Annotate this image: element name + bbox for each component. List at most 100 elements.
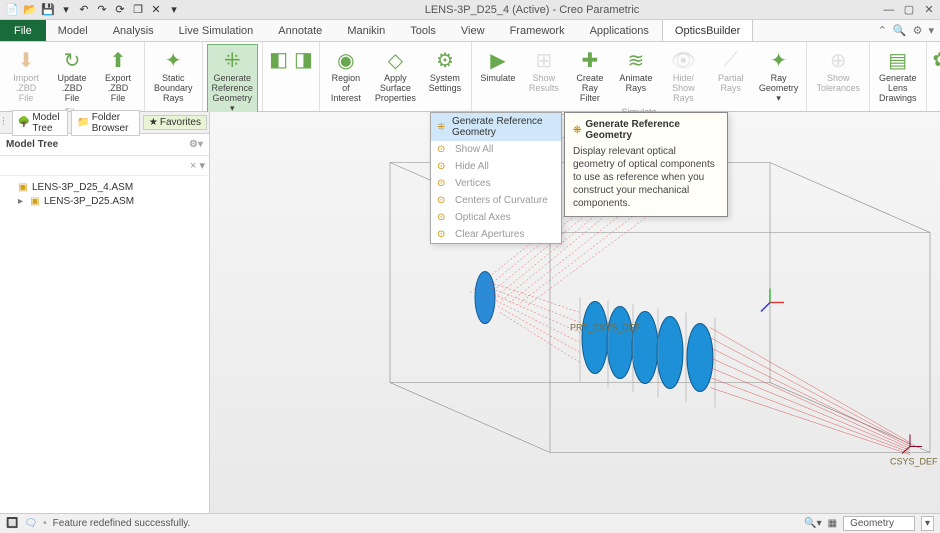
save-icon[interactable]: 💾 <box>40 2 56 18</box>
panel-tab-favorites[interactable]: ★Favorites <box>143 115 207 130</box>
undo-icon[interactable]: ↶ <box>76 2 92 18</box>
status-icon-2[interactable]: 🗨 <box>24 518 37 529</box>
export-zbd-label: Export .ZBD File <box>101 73 135 103</box>
tree-row[interactable]: ▸▣LENS-3P_D25.ASM <box>6 194 203 208</box>
menu-item[interactable]: ⊙ Centers of Curvature <box>431 192 561 209</box>
help1-button[interactable]: ✿ <box>931 44 940 99</box>
search-icon[interactable]: 🔍 <box>893 24 907 37</box>
minimize-icon[interactable]: — <box>882 3 896 17</box>
left-panel: ⫶ 🌳Model Tree 📁Folder Browser ★Favorites… <box>0 112 210 513</box>
close-window-icon[interactable]: ✕ <box>922 3 936 17</box>
selection-filter-icon[interactable]: ▦ <box>828 518 837 529</box>
menu-item[interactable]: ⊙Clear Apertures <box>431 226 561 243</box>
create-ray-filter-button[interactable]: ✚Create Ray Filter <box>568 44 612 106</box>
menu-item-label: Generate Reference Geometry <box>452 116 555 138</box>
ray-geometry-button[interactable]: ✦Ray Geometry ▾ <box>755 44 803 106</box>
tooltip: ⁜Generate Reference Geometry Display rel… <box>564 112 728 217</box>
panel-tab-folder-browser[interactable]: 📁Folder Browser <box>71 110 140 136</box>
close-icon[interactable]: ✕ <box>148 2 164 18</box>
panel-tab-strip-icon[interactable]: ⫶ <box>2 116 9 129</box>
window-controls: — ▢ ✕ <box>882 3 936 17</box>
quick-access-toolbar: 📄 📂 💾 ▾ ↶ ↷ ⟳ ❐ ✕ ▾ <box>4 2 182 18</box>
small2-button[interactable]: ◨ <box>292 44 315 109</box>
tab-manikin[interactable]: Manikin <box>335 20 398 41</box>
star-icon: ★ <box>149 117 158 128</box>
selection-filter-combo[interactable]: Geometry <box>843 516 915 531</box>
hide-show-rays-button: 👁Hide/ Show Rays <box>660 44 707 106</box>
menu-item-icon: ⁜ <box>437 122 446 133</box>
new-icon[interactable]: 📄 <box>4 2 20 18</box>
redo-icon[interactable]: ↷ <box>94 2 110 18</box>
ribbon-group-label <box>874 109 922 111</box>
tab-framework[interactable]: Framework <box>498 20 578 41</box>
menu-item-icon: ⊙ <box>437 178 449 189</box>
show-tolerances-button: ⊕Show Tolerances <box>811 44 865 109</box>
surf-props-icon: ◇ <box>388 47 403 73</box>
static-boundary-rays-button[interactable]: ✦Static Boundary Rays <box>149 44 198 109</box>
tab-opticsbuilder[interactable]: OpticsBuilder <box>662 20 753 41</box>
tab-annotate[interactable]: Annotate <box>266 20 335 41</box>
menu-item-icon: ⊙ <box>437 195 449 206</box>
open-icon[interactable]: 📂 <box>22 2 38 18</box>
gen-lens-drawings-button[interactable]: ▤Generate Lens Drawings <box>874 44 922 109</box>
partial-rays-label: Partial Rays <box>718 73 744 93</box>
status-icon-1[interactable]: 🔲 <box>6 518 18 529</box>
tab-view[interactable]: View <box>449 20 498 41</box>
tree-settings-icon[interactable]: ⚙▾ <box>189 139 203 150</box>
tab-model[interactable]: Model <box>46 20 101 41</box>
simulate-button[interactable]: ▶Simulate <box>476 44 520 106</box>
menu-item-icon: ⊙ <box>437 229 449 240</box>
menu-item-label: Optical Axes <box>455 212 511 223</box>
gen-lens-drawings-label: Generate Lens Drawings <box>879 73 917 103</box>
tree-search-input[interactable] <box>4 160 190 171</box>
ribbon-collapse-icon[interactable]: ⌃ <box>878 24 887 37</box>
tab-live-simulation[interactable]: Live Simulation <box>167 20 267 41</box>
combo-arrow-icon[interactable]: ▾ <box>921 516 934 531</box>
model-tree-header: Model Tree <box>6 139 58 150</box>
menu-item[interactable]: ⊙Hide All <box>431 158 561 175</box>
find-icon[interactable]: 🔍▾ <box>804 518 821 529</box>
more-icon[interactable]: ▾ <box>166 2 182 18</box>
small2-icon: ◨ <box>294 46 313 72</box>
tree-icon: 🌳 <box>18 117 30 128</box>
assembly-icon: ▣ <box>29 195 41 207</box>
options-icon[interactable]: ⚙ <box>913 24 923 37</box>
content-area: ⫶ 🌳Model Tree 📁Folder Browser ★Favorites… <box>0 112 940 513</box>
menu-item-label: Vertices <box>455 178 491 189</box>
dropdown-icon[interactable]: ▾ <box>58 2 74 18</box>
ray-geometry-label: Ray Geometry ▾ <box>759 73 799 103</box>
tree-row[interactable]: ▣LENS-3P_D25_4.ASM <box>6 180 203 194</box>
roi-button[interactable]: ◉Region of Interest <box>324 44 368 109</box>
generate-ref-geom-icon: ⁜ <box>224 47 241 73</box>
update-zbd-button[interactable]: ↻Update .ZBD File <box>50 44 94 106</box>
menu-item-label: Centers of Curvature <box>455 195 548 206</box>
windows-icon[interactable]: ❐ <box>130 2 146 18</box>
tab-analysis[interactable]: Analysis <box>101 20 167 41</box>
panel-tab-model-tree[interactable]: 🌳Model Tree <box>12 110 68 136</box>
surf-props-button[interactable]: ◇Apply Surface Properties <box>370 44 421 109</box>
small1-button[interactable]: ◧ <box>267 44 290 109</box>
menu-item[interactable]: ⊙Optical Axes <box>431 209 561 226</box>
tab-tools[interactable]: Tools <box>398 20 449 41</box>
ribbon-group-label <box>267 109 315 111</box>
maximize-icon[interactable]: ▢ <box>902 3 916 17</box>
title-bar: 📄 📂 💾 ▾ ↶ ↷ ⟳ ❐ ✕ ▾ LENS-3P_D25_4 (Activ… <box>0 0 940 20</box>
file-menu[interactable]: File <box>0 20 46 41</box>
animate-rays-button[interactable]: ≋Animate Rays <box>614 44 658 106</box>
svg-text:PRT_CSYS_DEF: PRT_CSYS_DEF <box>570 323 641 333</box>
menu-item[interactable]: ⁜ Generate Reference Geometry <box>431 113 561 141</box>
export-zbd-button[interactable]: ⬆Export .ZBD File <box>96 44 140 106</box>
graphics-canvas[interactable]: ⁜Generate Reference Geometry⊙Show All⊙Hi… <box>210 112 940 513</box>
menu-item[interactable]: ⊙Show All <box>431 141 561 158</box>
help-dropdown-icon[interactable]: ▾ <box>928 24 934 37</box>
regen-icon[interactable]: ⟳ <box>112 2 128 18</box>
menu-item-label: Hide All <box>455 161 489 172</box>
ribbon-group-label <box>149 109 198 111</box>
status-bar: 🔲 🗨 • Feature redefined successfully. 🔍▾… <box>0 513 940 533</box>
generate-ref-geom-button[interactable]: ⁜Generate Reference Geometry ▾ <box>207 44 259 116</box>
sys-settings-button[interactable]: ⚙System Settings <box>423 44 467 109</box>
menu-item[interactable]: ⊙ Vertices <box>431 175 561 192</box>
status-message: Feature redefined successfully. <box>53 518 191 529</box>
clear-search-icon[interactable]: × ▾ <box>190 159 205 172</box>
tab-applications[interactable]: Applications <box>578 20 662 41</box>
